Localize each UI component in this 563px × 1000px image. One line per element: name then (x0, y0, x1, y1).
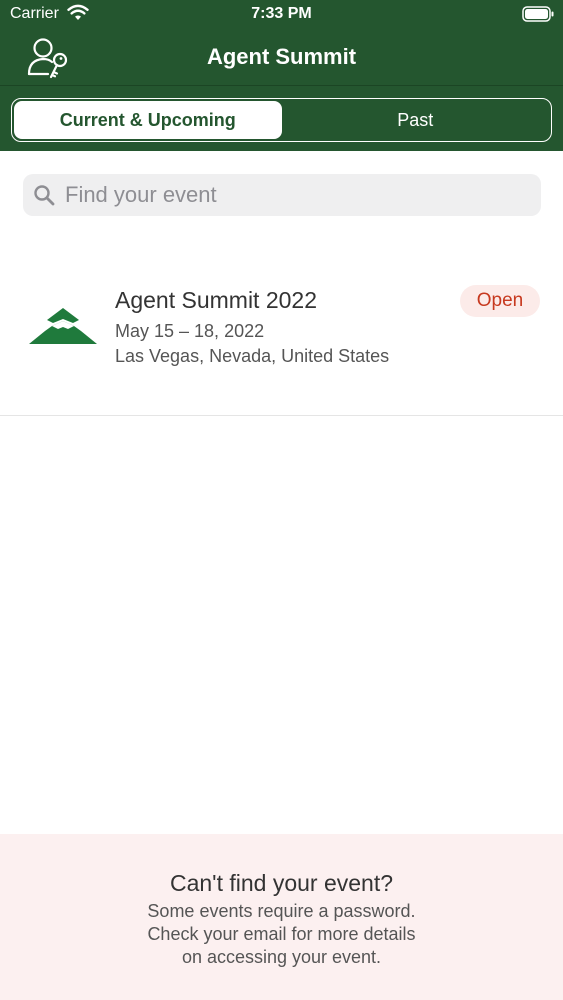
search-input[interactable] (65, 174, 525, 216)
footer-text-line: Check your email for more details (147, 924, 416, 944)
event-dates: May 15 – 18, 2022 (115, 321, 265, 341)
event-title: Agent Summit 2022 (115, 287, 318, 313)
event-location: Las Vegas, Nevada, United States (115, 346, 390, 366)
header: Carrier 7:33 PM Agent Summit Current & U… (0, 0, 563, 151)
status-time: 7:33 PM (251, 5, 312, 22)
event-logo (29, 308, 97, 344)
footer-text-line: on accessing your event. (181, 947, 382, 967)
footer-title: Can't find your event? (169, 870, 394, 896)
battery-icon (522, 6, 554, 22)
event-list-item[interactable]: Agent Summit 2022 May 15 – 18, 2022 Las … (0, 262, 563, 416)
search-icon (34, 185, 55, 206)
event-list-screen: Carrier 7:33 PM Agent Summit Current & U… (0, 0, 563, 1000)
help-footer: Can't find your event? Some events requi… (0, 834, 563, 1000)
tab-current-upcoming[interactable]: Current & Upcoming (14, 101, 282, 139)
nav-bar: Agent Summit (0, 30, 563, 86)
search-bar[interactable] (23, 174, 541, 216)
footer-text-line: Some events require a password. (147, 901, 416, 921)
event-filter-segmented-control: Current & Upcoming Past (11, 98, 552, 142)
user-key-icon[interactable] (24, 33, 72, 81)
status-bar: Carrier 7:33 PM (0, 0, 563, 30)
page-title: Agent Summit (206, 44, 357, 69)
status-badge: Open (460, 285, 540, 317)
tab-past[interactable]: Past (282, 101, 550, 139)
